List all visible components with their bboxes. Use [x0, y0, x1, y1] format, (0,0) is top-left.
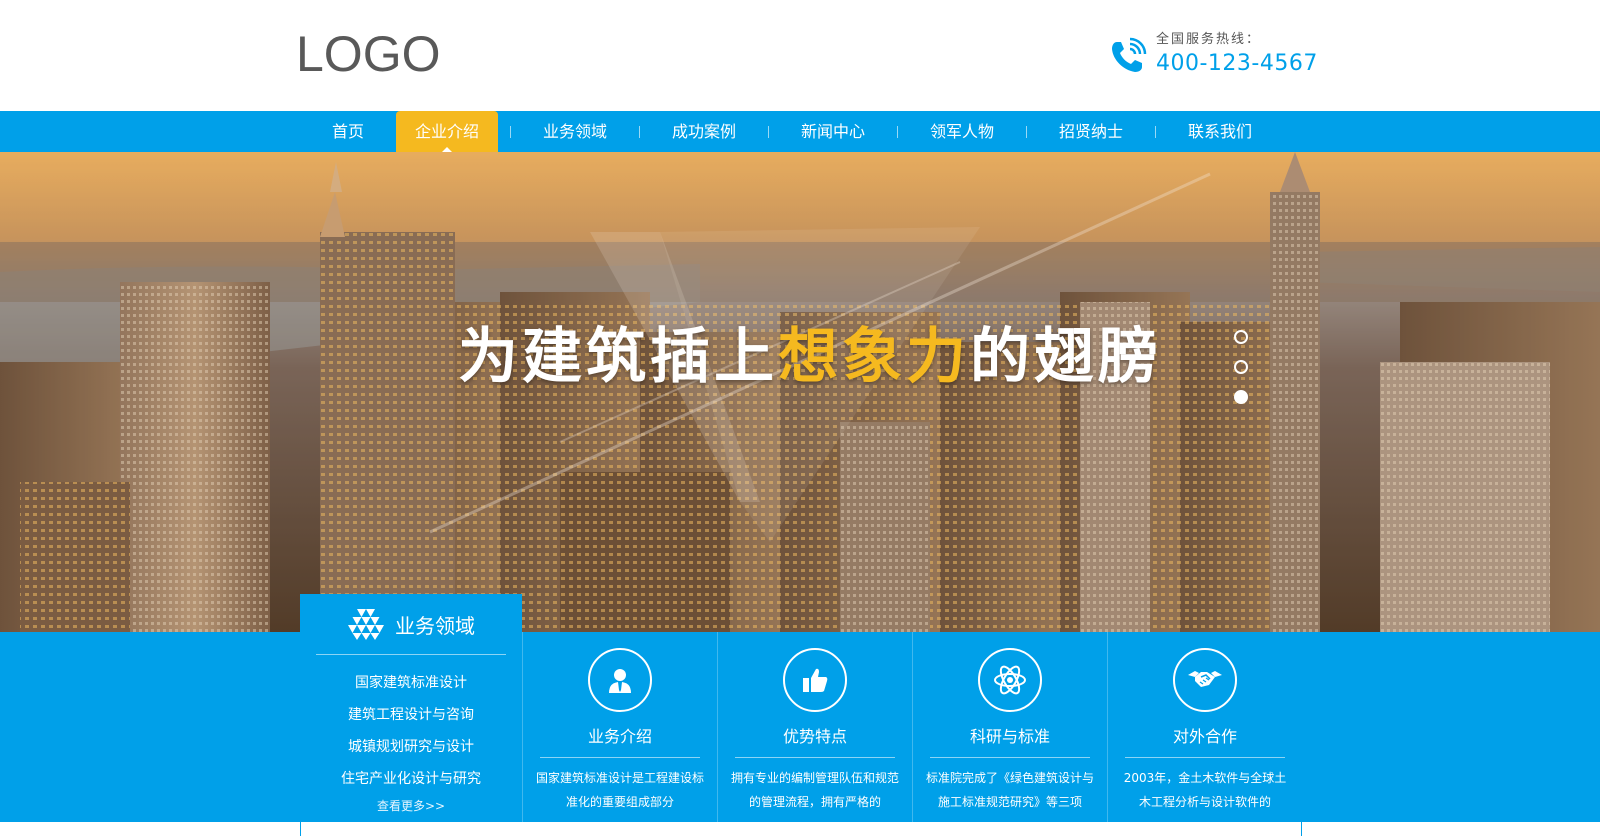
card-title: 业务介绍: [587, 727, 652, 746]
business-link-urban-planning[interactable]: 城镇规划研究与设计: [300, 731, 522, 763]
atom-icon: [978, 648, 1042, 712]
nav-item-home[interactable]: 首页: [300, 111, 396, 152]
footer-gap: [0, 822, 1600, 836]
card-research[interactable]: 科研与标准 标准院完成了《绿色建筑设计与施工标准规范研究》等三项: [912, 632, 1107, 822]
slider-dot-3[interactable]: [1234, 390, 1248, 404]
content-edge-right: [1301, 822, 1302, 836]
card-cooperation[interactable]: 对外合作 2003年，金土木软件与全球土木工程分析与设计软件的: [1107, 632, 1302, 822]
nav-item-careers[interactable]: 招贤纳士: [1027, 111, 1155, 152]
logo[interactable]: LOGO: [296, 26, 440, 82]
card-title: 对外合作: [1172, 727, 1237, 746]
header: LOGO 全国服务热线： 400-123-4567: [0, 0, 1600, 111]
business-links: 国家建筑标准设计 建筑工程设计与咨询 城镇规划研究与设计 住宅产业化设计与研究 …: [300, 667, 522, 817]
card-description: 2003年，金土木软件与全球土木工程分析与设计软件的: [1123, 771, 1287, 809]
nav-item-contact[interactable]: 联系我们: [1156, 111, 1284, 152]
hotline-number: 400-123-4567: [1156, 51, 1318, 76]
person-icon: [588, 648, 652, 712]
slider-dot-2[interactable]: [1234, 360, 1248, 374]
panel-divider: [316, 654, 506, 655]
triangles-icon: [348, 609, 384, 640]
business-panel: 业务领域 国家建筑标准设计 建筑工程设计与咨询 城镇规划研究与设计 住宅产业化设…: [300, 594, 522, 822]
card-description: 拥有专业的编制管理队伍和规范的管理流程，拥有严格的: [730, 771, 899, 809]
nav-item-cases[interactable]: 成功案例: [640, 111, 768, 152]
panel-header: 业务领域: [300, 594, 522, 654]
slider-dots: [1234, 330, 1250, 420]
card-description: 国家建筑标准设计是工程建设标准化的重要组成部分: [535, 771, 704, 809]
business-link-standard-design[interactable]: 国家建筑标准设计: [300, 667, 522, 699]
slogan-part2: 的翅膀: [970, 322, 1162, 392]
nav-item-leaders[interactable]: 领军人物: [898, 111, 1026, 152]
card-title: 优势特点: [782, 727, 847, 746]
card-business-intro[interactable]: 业务介绍 国家建筑标准设计是工程建设标准化的重要组成部分: [522, 632, 717, 822]
banner-slogan: 为建筑插上想象力的翅膀: [0, 322, 1600, 392]
content-edge-left: [300, 822, 301, 836]
card-advantages[interactable]: 优势特点 拥有专业的编制管理队伍和规范的管理流程，拥有严格的: [717, 632, 912, 822]
nav-item-business[interactable]: 业务领域: [511, 111, 639, 152]
page: LOGO 全国服务热线： 400-123-4567 首页 企业介绍 业务领域 成…: [0, 0, 1600, 836]
view-more-link[interactable]: 查看更多>>: [300, 795, 522, 817]
phone-icon: [1112, 37, 1147, 72]
main-nav: 首页 企业介绍 业务领域 成功案例 新闻中心 领军人物 招贤纳士 联系我们: [0, 111, 1600, 152]
hotline: 全国服务热线： 400-123-4567: [1108, 30, 1318, 80]
panel-title: 业务领域: [395, 613, 475, 638]
hotline-label: 全国服务热线：: [1156, 32, 1262, 47]
feature-cards: 业务介绍 国家建筑标准设计是工程建设标准化的重要组成部分 优势特点 拥有专业的编…: [522, 632, 1302, 822]
nav-list: 首页 企业介绍 业务领域 成功案例 新闻中心 领军人物 招贤纳士 联系我们: [300, 111, 1284, 152]
slogan-highlight: 想象力: [778, 322, 970, 392]
city-skyline-image: [0, 152, 1600, 632]
card-description: 标准院完成了《绿色建筑设计与施工标准规范研究》等三项: [925, 771, 1094, 809]
business-link-engineering-design[interactable]: 建筑工程设计与咨询: [300, 699, 522, 731]
handshake-icon: [1173, 648, 1237, 712]
thumbs-up-icon: [783, 648, 847, 712]
slider-dot-1[interactable]: [1234, 330, 1248, 344]
slogan-part1: 为建筑插上: [458, 322, 778, 392]
nav-item-news[interactable]: 新闻中心: [769, 111, 897, 152]
business-link-housing[interactable]: 住宅产业化设计与研究: [300, 763, 522, 795]
card-title: 科研与标准: [969, 727, 1050, 746]
nav-item-about[interactable]: 企业介绍: [396, 111, 498, 152]
hero-banner[interactable]: 为建筑插上想象力的翅膀: [0, 152, 1600, 632]
